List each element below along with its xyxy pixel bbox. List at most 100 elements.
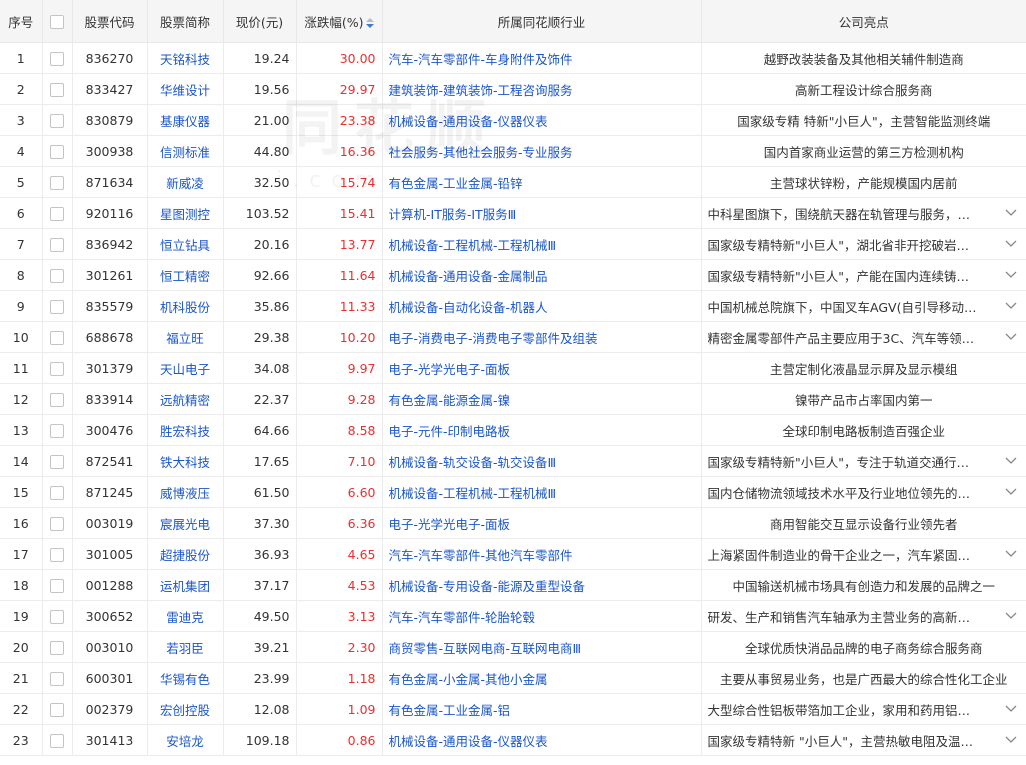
row-checkbox[interactable]	[50, 640, 64, 655]
industry-link[interactable]: 建筑装饰-建筑装饰-工程咨询服务	[382, 73, 702, 105]
chevron-down-icon[interactable]	[1002, 237, 1020, 251]
stock-name-link[interactable]: 若羽臣	[147, 631, 224, 663]
table-row[interactable]: 13 300476 胜宏科技 64.66 8.58 电子-元件-印制电路板 全球印制电路板制…	[0, 414, 1026, 446]
col-header-code[interactable]: 股票代码	[72, 0, 148, 43]
stock-name-link[interactable]: 安培龙	[147, 724, 224, 756]
stock-name-link[interactable]: 基康仪器	[147, 104, 224, 136]
industry-link[interactable]: 商贸零售-互联网电商-互联网电商Ⅲ	[382, 631, 702, 663]
table-row[interactable]: 3 830879 基康仪器 21.00 23.38 机械设备-通用设备-仪器仪表 国家级专精…	[0, 104, 1026, 136]
table-row[interactable]: 5 871634 新威凌 32.50 15.74 有色金属-工业金属-铅锌 主营球状锌粉，产…	[0, 166, 1026, 198]
table-row[interactable]: 21 600301 华锡有色 23.99 1.18 有色金属-小金属-其他小金属 主要从事贸…	[0, 662, 1026, 694]
chevron-down-icon[interactable]	[1002, 206, 1020, 220]
row-checkbox[interactable]	[50, 578, 64, 593]
stock-name-link[interactable]: 胜宏科技	[147, 414, 224, 446]
stock-name-link[interactable]: 恒立钻具	[147, 228, 224, 260]
row-checkbox[interactable]	[50, 144, 64, 159]
chevron-down-icon[interactable]	[1002, 485, 1020, 499]
table-row[interactable]: 7 836942 恒立钻具 20.16 13.77 机械设备-工程机械-工程机械Ⅲ 国家级专…	[0, 228, 1026, 260]
stock-name-link[interactable]: 雷迪克	[147, 600, 224, 632]
industry-link[interactable]: 机械设备-工程机械-工程机械Ⅲ	[382, 228, 702, 260]
table-row[interactable]: 10 688678 福立旺 29.38 10.20 电子-消费电子-消费电子零部件及组装精…	[0, 321, 1026, 353]
table-row[interactable]: 16 003019 宸展光电 37.30 6.36 电子-光学光电子-面板 商用智能交互显示…	[0, 507, 1026, 539]
row-checkbox[interactable]	[50, 206, 64, 221]
chevron-down-icon[interactable]	[1002, 268, 1020, 282]
industry-link[interactable]: 电子-消费电子-消费电子零部件及组装	[382, 321, 702, 353]
stock-name-link[interactable]: 威博液压	[147, 476, 224, 508]
table-row[interactable]: 18 001288 运机集团 37.17 4.53 机械设备-专用设备-能源及重型设备 中国…	[0, 569, 1026, 601]
sort-descending-icon[interactable]	[365, 18, 374, 28]
chevron-down-icon[interactable]	[1002, 702, 1020, 716]
industry-link[interactable]: 有色金属-能源金属-镍	[382, 383, 702, 415]
col-header-select-all[interactable]	[42, 0, 73, 43]
chevron-down-icon[interactable]	[1002, 609, 1020, 623]
stock-name-link[interactable]: 铁大科技	[147, 445, 224, 477]
row-checkbox[interactable]	[50, 361, 64, 376]
row-checkbox[interactable]	[50, 175, 64, 190]
table-row[interactable]: 20 003010 若羽臣 39.21 2.30 商贸零售-互联网电商-互联网电商Ⅲ 全球优…	[0, 631, 1026, 663]
row-checkbox[interactable]	[50, 547, 64, 562]
stock-name-link[interactable]: 运机集团	[147, 569, 224, 601]
table-row[interactable]: 9 835579 机科股份 35.86 11.33 机械设备-自动化设备-机器人 中国机械总…	[0, 290, 1026, 322]
industry-link[interactable]: 机械设备-专用设备-能源及重型设备	[382, 569, 702, 601]
industry-link[interactable]: 电子-光学光电子-面板	[382, 507, 702, 539]
table-row[interactable]: 11 301379 天山电子 34.08 9.97 电子-光学光电子-面板 主营定制化液晶显…	[0, 352, 1026, 384]
col-header-change[interactable]: 涨跌幅(%)	[296, 0, 383, 43]
industry-link[interactable]: 社会服务-其他社会服务-专业服务	[382, 135, 702, 167]
table-row[interactable]: 12 833914 远航精密 22.37 9.28 有色金属-能源金属-镍 镍带产品市占率国…	[0, 383, 1026, 415]
select-all-checkbox[interactable]	[50, 14, 64, 29]
table-row[interactable]: 4 300938 信测标准 44.80 16.36 社会服务-其他社会服务-专业服务 国内首…	[0, 135, 1026, 167]
row-checkbox[interactable]	[50, 237, 64, 252]
stock-name-link[interactable]: 远航精密	[147, 383, 224, 415]
industry-link[interactable]: 机械设备-自动化设备-机器人	[382, 290, 702, 322]
table-row[interactable]: 2 833427 华维设计 19.56 29.97 建筑装饰-建筑装饰-工程咨询服务 高新工…	[0, 73, 1026, 105]
chevron-down-icon[interactable]	[1002, 547, 1020, 561]
stock-name-link[interactable]: 福立旺	[147, 321, 224, 353]
industry-link[interactable]: 机械设备-通用设备-仪器仪表	[382, 724, 702, 756]
chevron-down-icon[interactable]	[1002, 733, 1020, 747]
col-header-price[interactable]: 现价(元)	[223, 0, 297, 43]
stock-name-link[interactable]: 机科股份	[147, 290, 224, 322]
row-checkbox[interactable]	[50, 733, 64, 748]
row-checkbox[interactable]	[50, 423, 64, 438]
row-checkbox[interactable]	[50, 268, 64, 283]
stock-name-link[interactable]: 华锡有色	[147, 662, 224, 694]
industry-link[interactable]: 机械设备-通用设备-金属制品	[382, 259, 702, 291]
table-row[interactable]: 22 002379 宏创控股 12.08 1.09 有色金属-工业金属-铝 大型综合性铝板带…	[0, 693, 1026, 725]
chevron-down-icon[interactable]	[1002, 330, 1020, 344]
industry-link[interactable]: 有色金属-小金属-其他小金属	[382, 662, 702, 694]
industry-link[interactable]: 汽车-汽车零部件-轮胎轮毂	[382, 600, 702, 632]
table-row[interactable]: 1 836270 天铭科技 19.24 30.00 汽车-汽车零部件-车身附件及饰件 越野改…	[0, 42, 1026, 74]
row-checkbox[interactable]	[50, 485, 64, 500]
row-checkbox[interactable]	[50, 82, 64, 97]
industry-link[interactable]: 机械设备-工程机械-工程机械Ⅲ	[382, 476, 702, 508]
table-row[interactable]: 8 301261 恒工精密 92.66 11.64 机械设备-通用设备-金属制品 国家级专精…	[0, 259, 1026, 291]
industry-link[interactable]: 电子-元件-印制电路板	[382, 414, 702, 446]
table-row[interactable]: 15 871245 威博液压 61.50 6.60 机械设备-工程机械-工程机械Ⅲ 国内仓储…	[0, 476, 1026, 508]
table-row[interactable]: 14 872541 铁大科技 17.65 7.10 机械设备-轨交设备-轨交设备Ⅲ 国家级专…	[0, 445, 1026, 477]
table-row[interactable]: 6 920116 星图测控 103.52 15.41 计算机-IT服务-IT服务Ⅲ 中科星图…	[0, 197, 1026, 229]
chevron-down-icon[interactable]	[1002, 454, 1020, 468]
industry-link[interactable]: 机械设备-轨交设备-轨交设备Ⅲ	[382, 445, 702, 477]
col-header-industry[interactable]: 所属同花顺行业	[382, 0, 702, 43]
col-header-highlight[interactable]: 公司亮点	[701, 0, 1026, 43]
industry-link[interactable]: 汽车-汽车零部件-其他汽车零部件	[382, 538, 702, 570]
row-checkbox[interactable]	[50, 299, 64, 314]
stock-name-link[interactable]: 新威凌	[147, 166, 224, 198]
row-checkbox[interactable]	[50, 516, 64, 531]
row-checkbox[interactable]	[50, 454, 64, 469]
table-row[interactable]: 19 300652 雷迪克 49.50 3.13 汽车-汽车零部件-轮胎轮毂 研发、生产和销…	[0, 600, 1026, 632]
table-row[interactable]: 17 301005 超捷股份 36.93 4.65 汽车-汽车零部件-其他汽车零部件 上海紧…	[0, 538, 1026, 570]
stock-name-link[interactable]: 宏创控股	[147, 693, 224, 725]
row-checkbox[interactable]	[50, 113, 64, 128]
industry-link[interactable]: 机械设备-通用设备-仪器仪表	[382, 104, 702, 136]
industry-link[interactable]: 有色金属-工业金属-铅锌	[382, 166, 702, 198]
table-row[interactable]: 23 301413 安培龙 109.18 0.86 机械设备-通用设备-仪器仪表 国家级专精…	[0, 724, 1026, 756]
col-header-index[interactable]: 序号	[0, 0, 43, 43]
row-checkbox[interactable]	[50, 330, 64, 345]
stock-name-link[interactable]: 天铭科技	[147, 42, 224, 74]
stock-name-link[interactable]: 宸展光电	[147, 507, 224, 539]
row-checkbox[interactable]	[50, 392, 64, 407]
col-header-name[interactable]: 股票简称	[147, 0, 224, 43]
row-checkbox[interactable]	[50, 671, 64, 686]
stock-name-link[interactable]: 星图测控	[147, 197, 224, 229]
